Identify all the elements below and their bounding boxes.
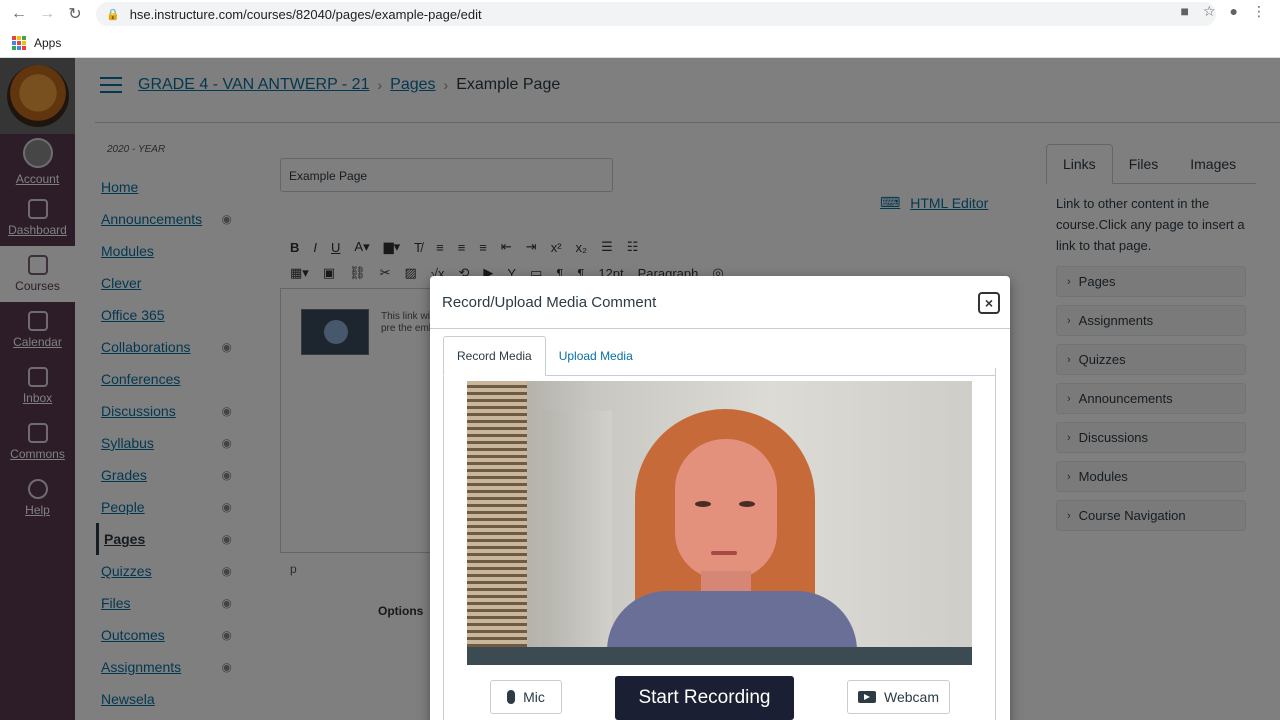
microphone-icon (507, 690, 516, 704)
browser-toolbar: ← → ↻ 🔒 hse.instructure.com/courses/8204… (0, 0, 1280, 28)
url-text: hse.instructure.com/courses/82040/pages/… (129, 6, 482, 22)
forward-arrow-icon[interactable]: → (36, 3, 58, 25)
camera-icon[interactable]: ■ (1181, 3, 1189, 20)
mic-button[interactable]: Mic (490, 680, 562, 714)
star-icon[interactable]: ☆ (1203, 3, 1216, 20)
tab-record-media[interactable]: Record Media (443, 336, 546, 376)
apps-bookmark[interactable]: Apps (34, 36, 61, 50)
reload-icon[interactable]: ↻ (64, 3, 86, 25)
media-comment-dialog: Record/Upload Media Comment × Record Med… (430, 276, 1010, 720)
tab-upload-media[interactable]: Upload Media (546, 336, 646, 375)
dialog-tabs: Record Media Upload Media (443, 336, 996, 376)
start-recording-button[interactable]: Start Recording (615, 676, 794, 720)
back-arrow-icon[interactable]: ← (8, 3, 30, 25)
profile-icon[interactable]: ● (1230, 3, 1238, 20)
video-camera-icon (858, 691, 876, 703)
dialog-title: Record/Upload Media Comment (430, 276, 1010, 329)
webcam-preview (467, 381, 972, 647)
browser-actions: ■ ☆ ● ⋮ (1181, 3, 1280, 20)
close-button[interactable]: × (978, 292, 1000, 314)
apps-grid-icon (12, 35, 26, 50)
menu-dots-icon[interactable]: ⋮ (1252, 3, 1266, 20)
video-control-bar (467, 647, 972, 665)
address-bar[interactable]: 🔒 hse.instructure.com/courses/82040/page… (96, 2, 1216, 26)
lock-icon: 🔒 (106, 8, 120, 21)
bookmarks-bar: Apps (0, 28, 1280, 58)
page: Account Dashboard Courses Calendar Inbox… (0, 58, 1280, 720)
webcam-button[interactable]: Webcam (847, 680, 950, 714)
